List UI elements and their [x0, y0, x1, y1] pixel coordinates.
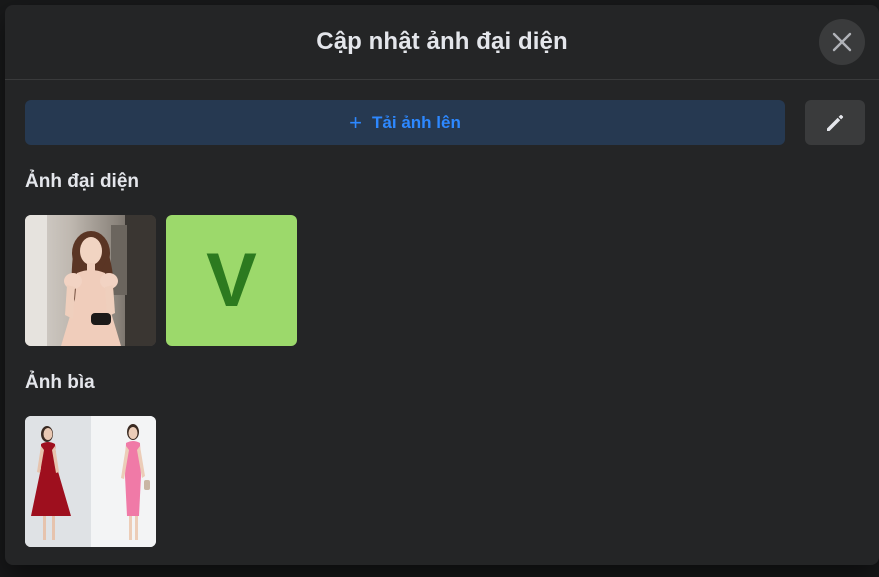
edit-button[interactable]	[805, 100, 865, 145]
cover-photo-thumbnail[interactable]	[25, 416, 156, 547]
dialog-header: Cập nhật ảnh đại diện	[5, 5, 879, 80]
dialog-title: Cập nhật ảnh đại diện	[316, 28, 568, 55]
two-women-dresses-photo	[25, 416, 156, 547]
update-profile-picture-dialog: Cập nhật ảnh đại diện + Tải ảnh lên Ảnh …	[5, 5, 879, 565]
woman-pink-dress-photo	[25, 215, 156, 346]
letter-avatar-thumbnail[interactable]: V	[166, 215, 297, 346]
pencil-icon	[827, 114, 844, 131]
close-icon	[832, 32, 852, 52]
upload-photo-label: Tải ảnh lên	[372, 112, 461, 132]
cover-photos-heading: Ảnh bìa	[25, 372, 95, 393]
avatar-letter: V	[206, 238, 257, 323]
cover-photos-row	[25, 416, 156, 547]
plus-icon: +	[349, 109, 363, 135]
close-button[interactable]	[819, 19, 865, 65]
upload-photo-button[interactable]: + Tải ảnh lên	[25, 100, 785, 145]
toolbar: + Tải ảnh lên	[25, 100, 865, 145]
profile-pictures-heading: Ảnh đại diện	[25, 171, 139, 192]
profile-pictures-row: V	[25, 215, 297, 346]
profile-photo-thumbnail[interactable]	[25, 215, 156, 346]
